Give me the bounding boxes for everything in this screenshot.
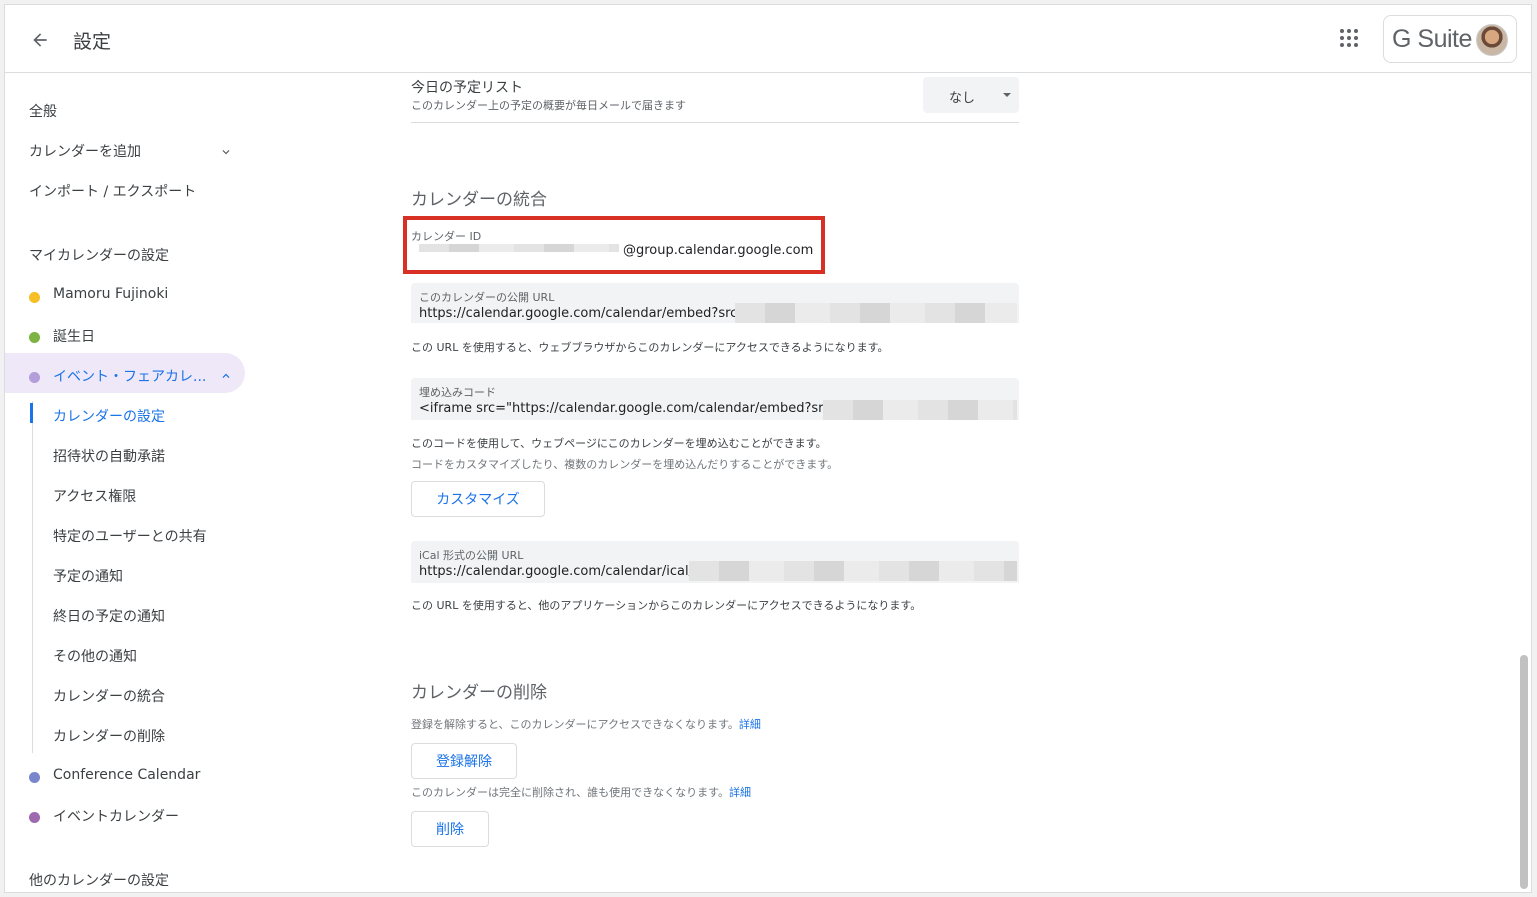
details-link[interactable]: 詳細 xyxy=(729,786,751,799)
daily-agenda-desc: このカレンダー上の予定の概要が毎日メールで届きます xyxy=(411,99,686,112)
subnav-remove-calendar[interactable]: カレンダーの削除 xyxy=(53,726,165,746)
embed-code-field[interactable]: 埋め込みコード <iframe src="https://calendar.go… xyxy=(411,378,1019,420)
calendar-color-dot xyxy=(29,772,40,783)
other-calendars-heading[interactable]: 他のカレンダーの設定 xyxy=(29,870,169,890)
ical-url-label: iCal 形式の公開 URL xyxy=(419,549,524,562)
redacted-region xyxy=(823,400,1017,420)
delete-help: このカレンダーは完全に削除され、誰も使用できなくなります。詳細 xyxy=(411,784,751,800)
chevron-down-icon[interactable] xyxy=(219,145,233,159)
subnav-allday-notifications[interactable]: 終日の予定の通知 xyxy=(53,606,165,626)
ical-url-value: https://calendar.google.com/calendar/ica… xyxy=(419,564,693,579)
ical-url-field[interactable]: iCal 形式の公開 URL https://calendar.google.c… xyxy=(411,541,1019,583)
scrollbar[interactable] xyxy=(1520,655,1528,889)
embed-code-value: <iframe src="https://calendar.google.com… xyxy=(419,401,842,416)
deletion-heading: カレンダーの削除 xyxy=(411,683,547,703)
settings-sidebar: 全般 カレンダーを追加 インポート / エクスポート マイカレンダーの設定 Ma… xyxy=(5,73,265,892)
embed-help-2: コードをカスタマイズしたり、複数のカレンダーを埋め込んだりすることができます。 xyxy=(411,458,839,471)
divider xyxy=(411,122,1019,123)
subnav-line xyxy=(32,401,33,753)
sidebar-calendar-event-fair-label: イベント・フェアカレ... xyxy=(53,369,207,385)
calendar-id-value[interactable]: @group.calendar.google.com xyxy=(623,243,813,258)
redacted-region xyxy=(689,561,1017,581)
subnav-auto-accept[interactable]: 招待状の自動承諾 xyxy=(53,446,165,466)
integration-heading: カレンダーの統合 xyxy=(411,190,547,210)
subnav-calendar-settings[interactable]: カレンダーの設定 xyxy=(53,406,165,426)
account-switcher[interactable]: G Suite xyxy=(1383,15,1517,63)
calendar-color-dot xyxy=(29,292,40,303)
avatar[interactable] xyxy=(1476,24,1508,56)
sidebar-calendar-mamoru[interactable]: Mamoru Fujinoki xyxy=(53,286,168,302)
calendar-color-dot xyxy=(29,812,40,823)
subnav-share-with-users[interactable]: 特定のユーザーとの共有 xyxy=(53,526,207,546)
embed-code-label: 埋め込みコード xyxy=(419,386,496,399)
page-title: 設定 xyxy=(73,31,112,53)
sidebar-item-import-export[interactable]: インポート / エクスポート xyxy=(29,181,196,201)
sidebar-item-add-calendar[interactable]: カレンダーを追加 xyxy=(29,141,141,161)
app-header: 設定 G Suite xyxy=(5,5,1531,73)
unsubscribe-help: 登録を解除すると、このカレンダーにアクセスできなくなります。詳細 xyxy=(411,716,761,732)
public-url-field[interactable]: このカレンダーの公開 URL https://calendar.google.c… xyxy=(411,283,1019,323)
customize-button[interactable]: カスタマイズ xyxy=(411,481,545,517)
daily-agenda-select[interactable]: なし xyxy=(923,77,1019,113)
sidebar-calendar-events[interactable]: イベントカレンダー xyxy=(53,806,179,826)
public-url-value: https://calendar.google.com/calendar/emb… xyxy=(419,306,749,321)
back-button[interactable] xyxy=(25,25,55,55)
gsuite-logo: G Suite xyxy=(1392,24,1472,53)
delete-button[interactable]: 削除 xyxy=(411,811,489,847)
dropdown-caret-icon xyxy=(1003,93,1011,97)
delete-help-text: このカレンダーは完全に削除され、誰も使用できなくなります。 xyxy=(411,786,730,799)
subnav-access-permissions[interactable]: アクセス権限 xyxy=(53,486,136,506)
my-calendars-heading: マイカレンダーの設定 xyxy=(29,248,169,264)
chevron-up-icon[interactable] xyxy=(219,369,233,383)
redacted-region xyxy=(419,244,619,252)
subnav-other-notifications[interactable]: その他の通知 xyxy=(53,646,137,666)
select-value: なし xyxy=(949,91,976,106)
public-url-label: このカレンダーの公開 URL xyxy=(419,291,555,304)
redacted-region xyxy=(735,303,1017,323)
ical-help: この URL を使用すると、他のアプリケーションからこのカレンダーにアクセスでき… xyxy=(411,599,922,612)
embed-help: このコードを使用して、ウェブページにこのカレンダーを埋め込むことができます。 xyxy=(411,437,827,450)
sidebar-calendar-conference[interactable]: Conference Calendar xyxy=(53,767,200,783)
settings-window: 設定 G Suite 全般 カレンダーを追加 インポート / エクスポート マイ… xyxy=(4,4,1532,893)
sidebar-calendar-birthdays[interactable]: 誕生日 xyxy=(53,326,95,346)
details-link[interactable]: 詳細 xyxy=(739,718,761,731)
subnav-integrate-calendar[interactable]: カレンダーの統合 xyxy=(53,686,165,706)
arrow-back-icon xyxy=(33,33,47,47)
subnav-active-indicator xyxy=(30,403,33,423)
unsubscribe-help-text: 登録を解除すると、このカレンダーにアクセスできなくなります。 xyxy=(411,718,739,731)
unsubscribe-button[interactable]: 登録解除 xyxy=(411,743,517,779)
public-url-help: この URL を使用すると、ウェブブラウザからこのカレンダーにアクセスできるよう… xyxy=(411,341,889,354)
calendar-color-dot xyxy=(29,372,40,383)
calendar-id-label: カレンダー ID xyxy=(411,230,482,243)
sidebar-item-general[interactable]: 全般 xyxy=(29,101,57,121)
apps-grid-icon[interactable] xyxy=(1339,28,1361,50)
calendar-color-dot xyxy=(29,332,40,343)
subnav-event-notifications[interactable]: 予定の通知 xyxy=(53,566,123,586)
daily-agenda-title: 今日の予定リスト xyxy=(411,80,523,96)
